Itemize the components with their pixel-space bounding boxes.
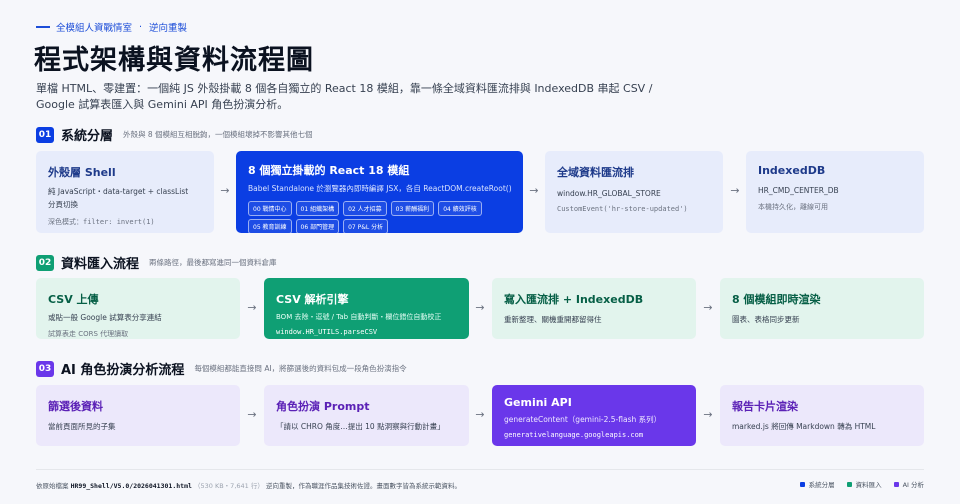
section-number: 02 [36,254,54,271]
card-title: 角色扮演 Prompt [276,400,370,413]
card-csv-parser: CSV 解析引擎 BOM 去除・逗號 / Tab 自動判斷・欄位錯位自動校正 w… [264,278,469,339]
card-title: IndexedDB [758,164,826,177]
card-roleplay-prompt: 角色扮演 Prompt 「請以 CHRO 角度…提出 10 點洞察與行動計畫」 [264,385,469,446]
card-title: 全域資料匯流排 [557,166,634,179]
eyebrow: 全模組人資戰情室 · 逆向重製 [36,20,187,34]
module-chip: 05 教育訓練 [248,219,292,233]
flow-arrow: → [247,301,257,314]
card-title: Gemini API [504,396,572,409]
section-header-ai: 03 AI 角色扮演分析流程 每個模組都能直接問 AI，將篩選後的資料包成一段角… [36,359,407,378]
section-title: AI 角色扮演分析流程 [61,363,185,378]
module-chip: 00 戰情中心 [248,201,292,216]
legend-item: AI 分析 [893,479,924,489]
card-line: 純 JavaScript・data-target + classList [48,187,189,196]
footer-prefix: 依原始檔案 [36,482,69,490]
footer-file: HR99_Shell/V5.0/2026041301.html [70,482,192,490]
flow-arrow: → [730,184,740,197]
legend-label: 系統分層 [808,481,835,489]
section-number: 01 [36,126,54,143]
section-number: 03 [36,360,54,377]
card-line: HR_CMD_CENTER_DB [758,186,839,195]
card-title: 篩選後資料 [48,400,103,413]
section-title: 資料匯入流程 [61,257,140,272]
section-desc: 每個模組都能直接問 AI，將篩選後的資料包成一段角色扮演指令 [194,364,407,373]
card-indexeddb: IndexedDB HR_CMD_CENTER_DB 本機持久化，離線可用 [746,151,924,233]
flow-arrow: → [475,408,485,421]
eyebrow-org: 全模組人資戰情室 [56,23,133,34]
module-chip: 01 組織架構 [295,201,340,216]
card-line: 圖表、表格同步更新 [732,315,800,324]
card-title: 寫入匯流排 + IndexedDB [504,293,644,306]
module-chip: 06 部門管理 [295,219,340,233]
card-line: 或貼一般 Google 試算表分享連結 [48,313,162,322]
intro-text: 單檔 HTML、零建置：一個純 JS 外殼掛載 8 個各自獨立的 React 1… [36,82,653,111]
card-note: generativelanguage.googleapis.com [504,431,644,439]
card-title: 8 個獨立掛載的 React 18 模組 [248,164,410,177]
module-chip: 02 人才招募 [343,201,387,216]
flow-arrow: → [703,408,713,421]
module-chips: 00 戰情中心 01 組織架構 02 人才招募 03 薪酬福利 04 績效評核 … [248,201,488,233]
card-title: 報告卡片渲染 [732,400,798,413]
footer-note: 依原始檔案 HR99_Shell/V5.0/2026041301.html （5… [36,480,461,490]
card-note: 深色模式：filter: invert(1) [48,218,155,226]
page-title: 程式架構與資料流程圖 [34,45,314,76]
flow-arrow: → [247,408,257,421]
card-line: marked.js 將回傳 Markdown 轉為 HTML [732,422,876,431]
legend-swatch [799,481,805,487]
module-chip: 04 績效評核 [438,201,482,216]
eyebrow-dash [36,26,50,28]
card-line: generateContent（gemini-2.5-flash 系列） [504,415,662,424]
legend-swatch [846,481,852,487]
card-line-cont: 分頁切換 [48,200,78,209]
legend-item: 資料匯入 [846,479,882,489]
card-line: window.HR_GLOBAL_STORE [557,189,661,198]
card-global-bus: 全域資料匯流排 window.HR_GLOBAL_STORE CustomEve… [545,151,723,233]
footer-size: （530 KB・7,641 行） [193,482,264,490]
card-write-bus: 寫入匯流排 + IndexedDB 重新整理、關機重開都留得住 [492,278,696,339]
section-header-import: 02 資料匯入流程 兩條路徑，最後都寫進同一個資料倉庫 [36,253,277,272]
section-desc: 外殼與 8 個模組互相脫鉤，一個模組壞掉不影響其他七個 [123,130,313,139]
flow-arrow: → [475,301,485,314]
card-line: BOM 去除・逗號 / Tab 自動判斷・欄位錯位自動校正 [276,313,442,321]
legend-label: AI 分析 [902,481,924,489]
card-note: CustomEvent('hr-store-updated') [557,205,688,213]
card-line: 重新整理、關機重開都留得住 [504,315,602,324]
flow-arrow: → [703,301,713,314]
card-react-modules: 8 個獨立掛載的 React 18 模組 Babel Standalone 於瀏… [236,151,523,233]
eyebrow-tag: 逆向重製 [149,23,188,34]
card-report-render: 報告卡片渲染 marked.js 將回傳 Markdown 轉為 HTML [720,385,924,446]
flow-arrow: → [220,184,230,197]
card-title: 8 個模組即時渲染 [732,293,821,306]
card-gemini-api: Gemini API generateContent（gemini-2.5-fl… [492,385,696,446]
card-title: 外殼層 Shell [48,166,116,179]
module-chip: 03 薪酬福利 [390,201,435,216]
eyebrow-separator: · [139,21,143,33]
section-title: 系統分層 [61,129,114,144]
card-line: 當前頁面所見的子集 [48,422,116,431]
card-note: window.HR_UTILS.parseCSV [276,328,378,336]
module-chip: 07 P&L 分析 [343,219,389,233]
legend-label: 資料匯入 [855,481,882,489]
card-title: CSV 解析引擎 [276,293,349,306]
card-modules-render: 8 個模組即時渲染 圖表、表格同步更新 [720,278,924,339]
section-desc: 兩條路徑，最後都寫進同一個資料倉庫 [149,258,277,267]
card-line: Babel Standalone 於瀏覽器內即時編譯 JSX，各自 ReactD… [248,184,512,193]
card-shell: 外殼層 Shell 純 JavaScript・data-target + cla… [36,151,214,233]
card-line: 「請以 CHRO 角度…提出 10 點洞察與行動計畫」 [276,422,445,431]
legend-item: 系統分層 [799,479,835,489]
legend: 系統分層 資料匯入 AI 分析 [788,479,924,489]
card-note: 試算表走 CORS 代理讀取 [48,330,129,338]
card-csv-upload: CSV 上傳 或貼一般 Google 試算表分享連結 試算表走 CORS 代理讀… [36,278,240,339]
section-header-architecture: 01 系統分層 外殼與 8 個模組互相脫鉤，一個模組壞掉不影響其他七個 [36,125,313,144]
card-note: 本機持久化，離線可用 [758,203,828,211]
legend-swatch [893,481,899,487]
footer-divider [36,469,924,470]
flow-arrow: → [529,184,539,197]
footer-text: 逆向重製，作為職涯作品集技術佐證。畫面數字皆為系統示範資料。 [265,482,461,490]
card-title: CSV 上傳 [48,293,99,306]
card-filtered-data: 篩選後資料 當前頁面所見的子集 [36,385,240,446]
